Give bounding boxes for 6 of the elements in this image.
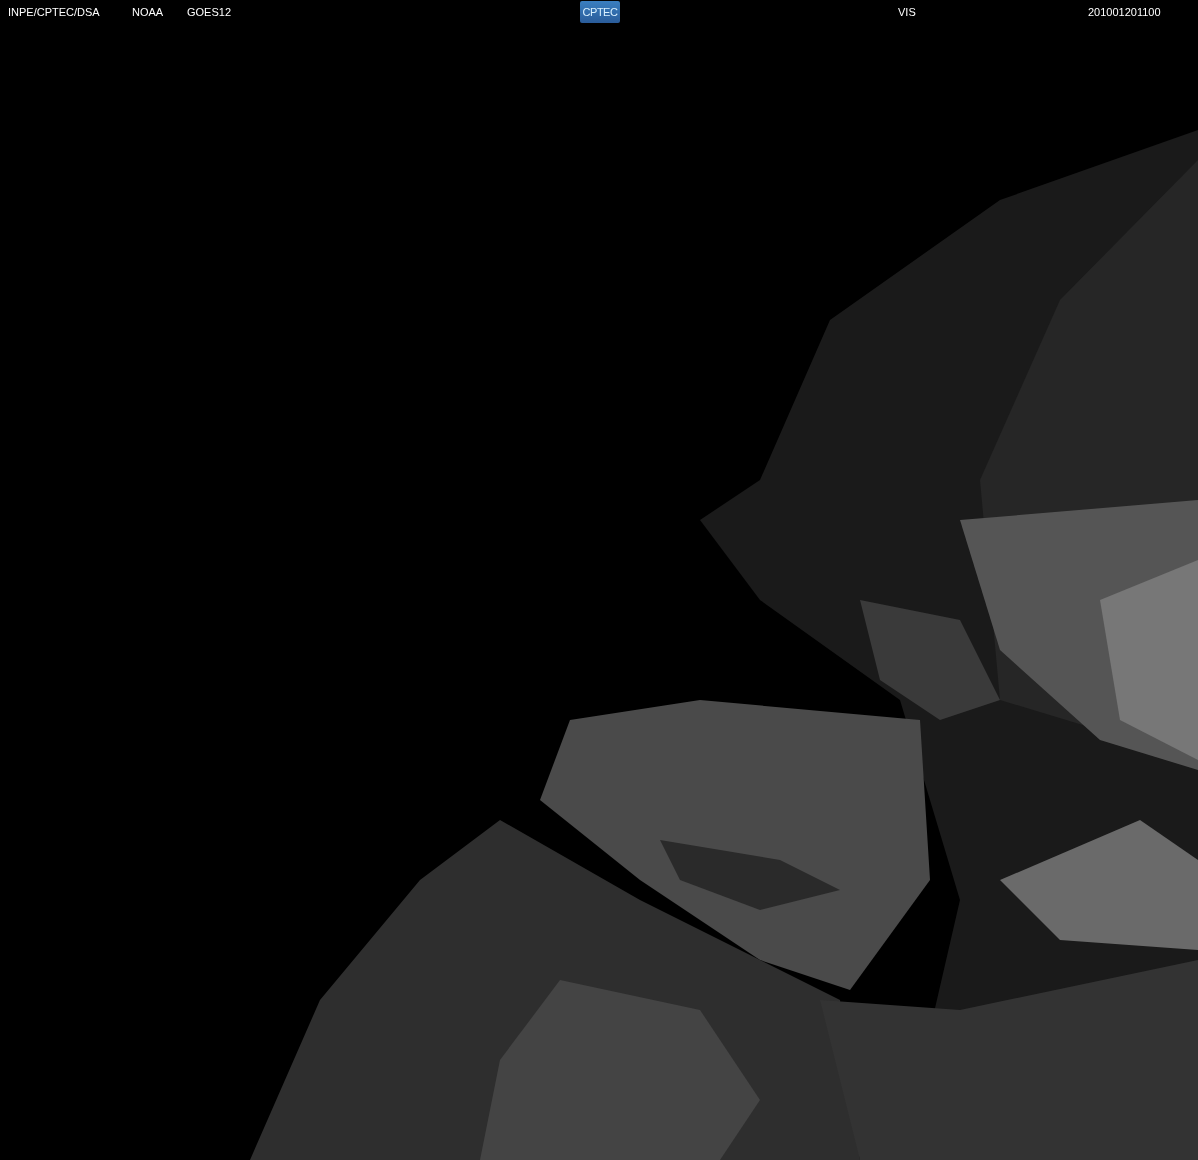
agency-label: NOAA	[132, 6, 165, 18]
logo: CPTEC	[580, 1, 620, 23]
satellite-label: GOES12	[187, 6, 233, 18]
timestamp-label: 201001201100	[1088, 6, 1161, 18]
source-label: INPE/CPTEC/DSA	[8, 6, 101, 18]
channel-label: VIS	[898, 6, 917, 18]
